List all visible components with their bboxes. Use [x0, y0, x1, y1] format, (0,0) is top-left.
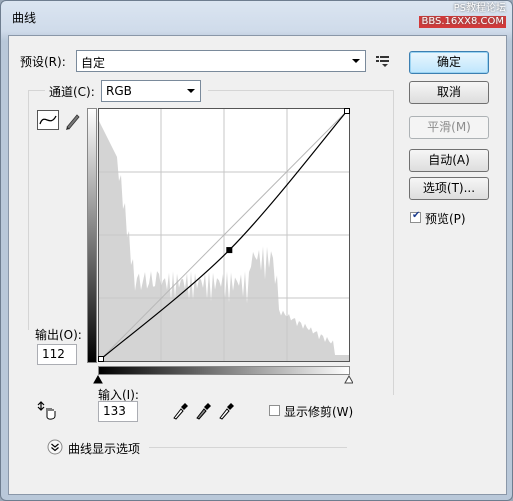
group-frame-left: [28, 90, 29, 330]
control-point[interactable]: [98, 356, 104, 362]
eyedropper-white-icon[interactable]: [218, 402, 234, 420]
divider: [149, 447, 347, 448]
output-label: 输出(O):: [35, 328, 82, 342]
show-clipping-checkbox[interactable]: [269, 405, 280, 416]
options-button[interactable]: 选项(T)...: [409, 177, 489, 200]
preset-value: 自定: [81, 56, 106, 70]
title-bar[interactable]: 曲线 PS教程论坛 BBS.16XX8.COM: [1, 1, 512, 35]
watermark: PS教程论坛 BBS.16XX8.COM: [419, 3, 506, 28]
channel-value: RGB: [106, 84, 132, 98]
cancel-button[interactable]: 取消: [409, 81, 489, 104]
preset-select[interactable]: 自定: [76, 50, 366, 72]
curve-display-options-label[interactable]: 曲线显示选项: [68, 440, 140, 457]
targeted-adjust-icon[interactable]: [37, 400, 59, 422]
preset-label: 预设(R):: [20, 55, 66, 69]
chevron-down-icon: [352, 59, 360, 63]
watermark-top: PS教程论坛: [453, 3, 506, 14]
control-point-selected[interactable]: [226, 247, 233, 254]
input-field[interactable]: 133: [98, 401, 138, 422]
curves-graph[interactable]: [98, 108, 350, 362]
output-field[interactable]: 112: [37, 344, 77, 365]
white-point-slider[interactable]: [344, 375, 353, 384]
control-point[interactable]: [344, 108, 350, 114]
smooth-button[interactable]: 平滑(M): [409, 116, 489, 139]
input-sliders[interactable]: [93, 375, 353, 385]
curves-dialog: 曲线 PS教程论坛 BBS.16XX8.COM 预设(R): 自定 确定 取消 …: [0, 0, 513, 501]
pencil-tool-icon[interactable]: [63, 111, 83, 131]
channel-label: 通道(C):: [49, 85, 95, 99]
preview-label[interactable]: 预览(P): [425, 210, 466, 227]
watermark-bottom: BBS.16XX8.COM: [419, 16, 506, 28]
eyedropper-gray-icon[interactable]: [195, 402, 211, 420]
window-title: 曲线: [12, 11, 37, 25]
channel-select[interactable]: RGB: [101, 80, 201, 102]
auto-button[interactable]: 自动(A): [409, 149, 489, 172]
group-frame-top-right: [208, 90, 394, 91]
ok-button[interactable]: 确定: [409, 51, 489, 74]
dialog-body: 预设(R): 自定 确定 取消 平滑(M) 自动(A) 选项(T)... ✔ 预…: [8, 35, 507, 495]
curve-tool-icon[interactable]: [37, 110, 59, 130]
chevron-down-circle-icon[interactable]: [47, 439, 63, 455]
input-gradient-bar: [98, 366, 350, 375]
show-clipping-label[interactable]: 显示修剪(W): [284, 403, 353, 420]
output-gradient-bar: [87, 108, 97, 363]
preset-options-icon[interactable]: [376, 55, 390, 67]
black-point-slider[interactable]: [93, 375, 103, 384]
eyedropper-black-icon[interactable]: [172, 402, 188, 420]
group-frame-right: [393, 90, 394, 395]
checkmark-icon: ✔: [412, 210, 421, 221]
preview-checkbox[interactable]: ✔: [410, 210, 421, 223]
chevron-down-icon: [187, 89, 195, 93]
group-frame-top-left: [28, 90, 45, 91]
